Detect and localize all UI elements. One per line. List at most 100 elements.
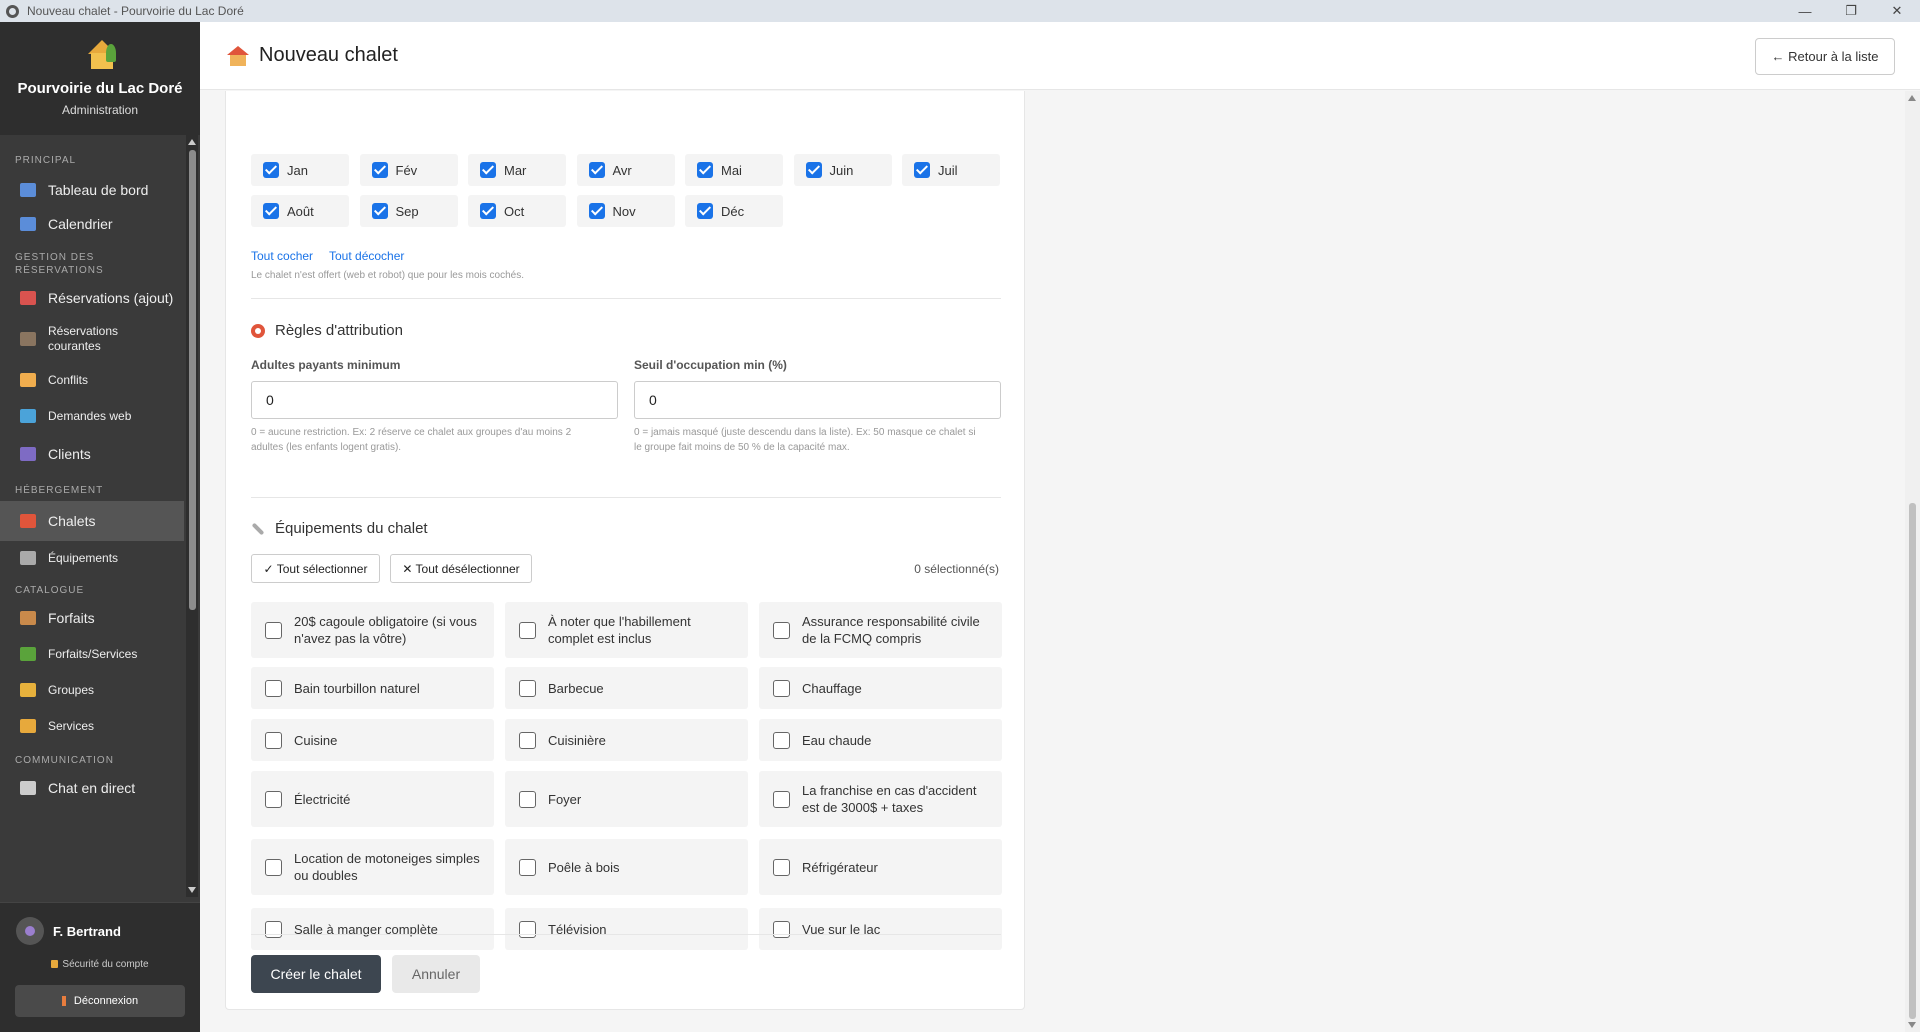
equipment-checkbox[interactable]: Bain tourbillon naturel [251, 667, 494, 709]
month-checkbox[interactable]: Juil [902, 154, 1000, 186]
close-window-button[interactable]: ✕ [1874, 0, 1920, 22]
checkbox-checked-icon[interactable] [480, 162, 496, 178]
nav-section-hebergement: HÉBERGEMENT [15, 485, 104, 496]
checkbox-checked-icon[interactable] [914, 162, 930, 178]
back-to-list-button[interactable]: ← Retour à la liste [1755, 38, 1895, 75]
equipment-checkbox[interactable]: Foyer [505, 771, 748, 827]
scroll-up-icon[interactable] [1908, 95, 1916, 101]
scroll-down-icon[interactable] [1908, 1022, 1916, 1028]
checkbox-unchecked-icon[interactable] [519, 621, 536, 639]
checkbox-checked-icon[interactable] [697, 162, 713, 178]
equipment-checkbox[interactable]: 20$ cagoule obligatoire (si vous n'avez … [251, 602, 494, 658]
checkbox-unchecked-icon[interactable] [519, 731, 536, 749]
sidebar-item-demandes-web[interactable]: Demandes web [0, 401, 184, 431]
checkbox-unchecked-icon[interactable] [773, 858, 790, 876]
checkbox-checked-icon[interactable] [263, 162, 279, 178]
month-label: Juil [938, 162, 958, 178]
occupancy-min-label: Seuil d'occupation min (%) [634, 358, 787, 372]
sidebar-item-tableau-de-bord[interactable]: Tableau de bord [0, 173, 184, 207]
month-checkbox[interactable]: Avr [576, 154, 675, 186]
month-checkbox[interactable]: Jan [251, 154, 349, 186]
minimize-button[interactable]: — [1782, 0, 1828, 22]
checkbox-checked-icon[interactable] [371, 162, 388, 178]
sidebar-item-reservations-ajout[interactable]: Réservations (ajout) [0, 281, 184, 315]
equipment-checkbox[interactable]: Poêle à bois [505, 839, 748, 895]
page-scrollbar[interactable] [1905, 91, 1920, 1032]
checkbox-checked-icon[interactable] [263, 203, 279, 219]
checkbox-checked-icon[interactable] [480, 203, 496, 219]
month-checkbox[interactable]: Déc [685, 195, 783, 227]
uncheck-all-months-link[interactable]: Tout décocher [329, 249, 404, 263]
month-checkbox[interactable]: Juin [793, 154, 892, 186]
maximize-button[interactable]: ❐ [1828, 0, 1874, 22]
checkbox-unchecked-icon[interactable] [265, 790, 282, 808]
equipment-checkbox[interactable]: La franchise en cas d'accident est de 30… [759, 771, 1002, 827]
checkbox-unchecked-icon[interactable] [265, 679, 282, 697]
checkbox-unchecked-icon[interactable] [265, 621, 282, 639]
sidebar-item-calendrier[interactable]: Calendrier [0, 207, 184, 241]
month-checkbox[interactable]: Oct [468, 195, 566, 227]
sidebar-scroll-thumb[interactable] [189, 150, 196, 610]
equipment-checkbox[interactable]: Chauffage [759, 667, 1002, 709]
sidebar-item-forfaits-services[interactable]: Forfaits/Services [0, 639, 184, 669]
logout-button[interactable]: Déconnexion [15, 985, 185, 1017]
account-security-link[interactable]: Sécurité du compte [0, 959, 200, 970]
page-header: Nouveau chalet ← Retour à la liste [200, 22, 1920, 90]
equipment-section-title: Équipements du chalet [251, 520, 428, 537]
equipment-checkbox[interactable]: À noter que l'habillement complet est in… [505, 602, 748, 658]
scroll-up-icon[interactable] [188, 139, 196, 145]
sidebar-item-equipements[interactable]: Équipements [0, 543, 184, 573]
equipment-checkbox[interactable]: Télévision [505, 908, 748, 950]
equipment-checkbox[interactable]: Électricité [251, 771, 494, 827]
sidebar-item-forfaits[interactable]: Forfaits [0, 601, 184, 635]
month-checkbox[interactable]: Mai [685, 154, 783, 186]
equipment-checkbox[interactable]: Vue sur le lac [759, 908, 1002, 950]
occupancy-min-input[interactable]: 0 [634, 381, 1001, 419]
sidebar-item-chalets[interactable]: Chalets [0, 501, 184, 541]
month-checkbox[interactable]: Sep [359, 195, 458, 227]
sidebar-item-chat[interactable]: Chat en direct [0, 771, 184, 805]
month-checkbox[interactable]: Août [251, 195, 349, 227]
equipment-checkbox[interactable]: Salle à manger complète [251, 908, 494, 950]
equipment-label: Barbecue [548, 680, 604, 696]
checkbox-unchecked-icon[interactable] [265, 731, 282, 749]
adults-min-input[interactable]: 0 [251, 381, 618, 419]
equipment-checkbox[interactable]: Cuisine [251, 719, 494, 761]
equipment-checkbox[interactable]: Assurance responsabilité civile de la FC… [759, 602, 1002, 658]
checkbox-unchecked-icon[interactable] [773, 731, 790, 749]
checkbox-checked-icon[interactable] [371, 203, 388, 219]
create-chalet-button[interactable]: Créer le chalet [251, 955, 381, 993]
sidebar-item-reservations-courantes[interactable]: Réservations courantes [0, 319, 184, 359]
checkbox-unchecked-icon[interactable] [519, 790, 536, 808]
checkbox-unchecked-icon[interactable] [265, 858, 282, 876]
deselect-all-equipment-button[interactable]: ✕ Tout désélectionner [390, 554, 532, 583]
sidebar-item-groupes[interactable]: Groupes [0, 675, 184, 705]
checkbox-unchecked-icon[interactable] [773, 621, 790, 639]
page-scroll-thumb[interactable] [1909, 503, 1916, 1019]
month-checkbox[interactable]: Mar [468, 154, 566, 186]
equipment-checkbox[interactable]: Barbecue [505, 667, 748, 709]
months-hint: Le chalet n'est offert (web et robot) qu… [251, 270, 524, 281]
equipment-checkbox[interactable]: Eau chaude [759, 719, 1002, 761]
checkbox-checked-icon[interactable] [697, 203, 713, 219]
sidebar-item-services[interactable]: Services [0, 711, 184, 741]
equipment-checkbox[interactable]: Location de motoneiges simples ou double… [251, 839, 494, 895]
month-checkbox[interactable]: Fév [359, 154, 458, 186]
month-checkbox[interactable]: Nov [576, 195, 675, 227]
checkbox-checked-icon[interactable] [588, 162, 605, 178]
checkbox-unchecked-icon[interactable] [519, 858, 536, 876]
checkbox-checked-icon[interactable] [588, 203, 605, 219]
equipment-checkbox[interactable]: Réfrigérateur [759, 839, 1002, 895]
sidebar-item-clients[interactable]: Clients [0, 437, 184, 471]
checkbox-unchecked-icon[interactable] [773, 790, 790, 808]
checkbox-unchecked-icon[interactable] [773, 679, 790, 697]
equipment-checkbox[interactable]: Cuisinière [505, 719, 748, 761]
select-all-equipment-button[interactable]: ✓ Tout sélectionner [251, 554, 380, 583]
cancel-button[interactable]: Annuler [392, 955, 480, 993]
sidebar-item-conflits[interactable]: Conflits [0, 365, 184, 395]
check-all-months-link[interactable]: Tout cocher [251, 249, 313, 263]
scroll-down-icon[interactable] [188, 887, 196, 893]
sidebar-scrollbar[interactable] [186, 135, 198, 897]
checkbox-checked-icon[interactable] [805, 162, 822, 178]
checkbox-unchecked-icon[interactable] [519, 679, 536, 697]
